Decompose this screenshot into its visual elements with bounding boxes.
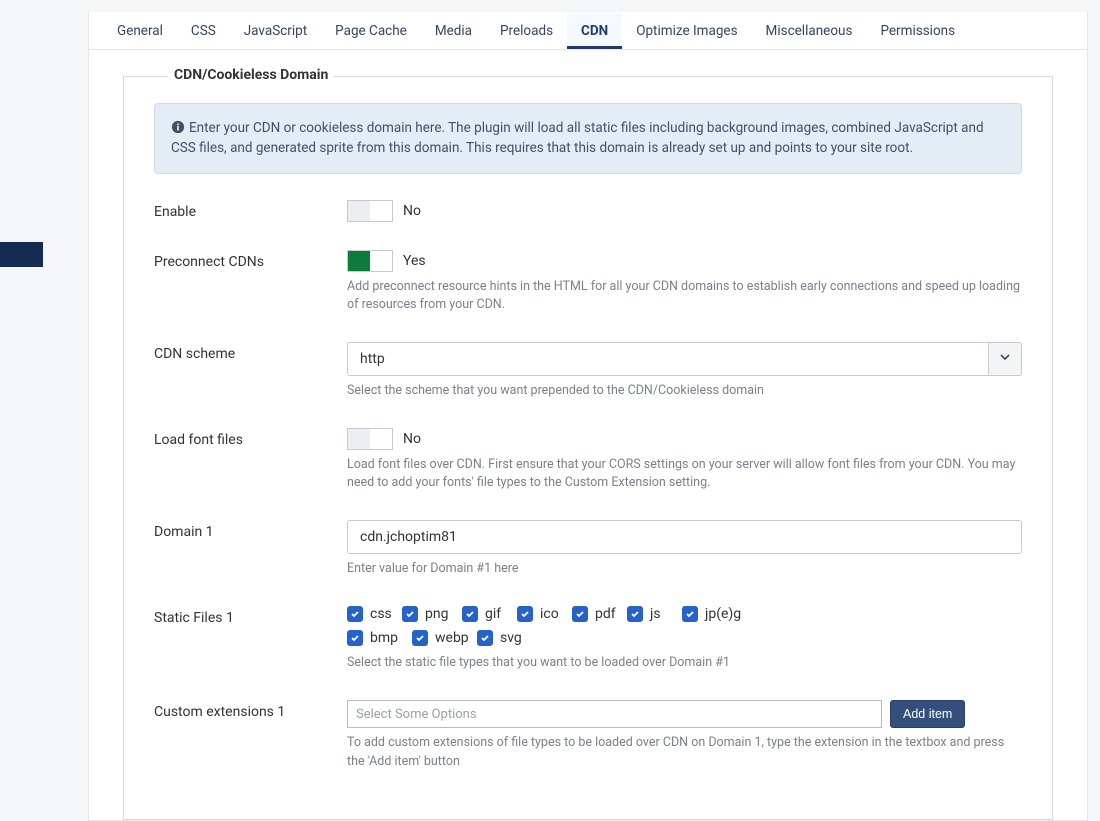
info-text: Enter your CDN or cookieless domain here… [171,120,984,156]
toggle-enable[interactable] [347,200,393,222]
label-enable: Enable [154,200,347,220]
checkbox-gif[interactable] [462,606,478,622]
toggle-preconnect[interactable] [347,250,393,272]
static-file-png: png [402,606,462,622]
tab-media[interactable]: Media [421,13,486,49]
control-custom1: Add item To add custom extensions of fil… [347,700,1022,770]
checkbox-label: ico [540,606,559,622]
help-static1: Select the static file types that you wa… [347,654,1022,672]
static-file-pdf: pdf [572,606,627,622]
tab-general[interactable]: General [103,13,177,49]
checkbox-js[interactable] [627,606,643,622]
checkbox-label: webp [435,630,469,646]
label-fonts: Load font files [154,428,347,448]
toggle-fonts-text: No [403,431,421,447]
checkbox-bmp[interactable] [347,630,363,646]
label-scheme: CDN scheme [154,342,347,362]
checkbox-pdf[interactable] [572,606,588,622]
checkbox-label: png [425,606,448,622]
control-domain1: Enter value for Domain #1 here [347,520,1022,578]
custom-ext-input[interactable] [347,700,882,728]
tab-page-cache[interactable]: Page Cache [321,13,421,49]
checkbox-css[interactable] [347,606,363,622]
static-file-jpeg: jp(e)g [682,606,750,622]
domain1-input[interactable] [347,520,1022,554]
tab-cdn[interactable]: CDN [567,13,622,49]
static-file-gif: gif [462,606,517,622]
scheme-dropdown-button[interactable] [988,342,1022,376]
help-fonts: Load font files over CDN. First ensure t… [347,456,1022,492]
info-box: Enter your CDN or cookieless domain here… [154,103,1022,174]
label-custom1: Custom extensions 1 [154,700,347,720]
content: CDN/Cookieless Domain Enter your CDN or … [89,50,1087,820]
fieldset-legend: CDN/Cookieless Domain [168,67,334,83]
toggle-preconnect-text: Yes [403,253,426,269]
checkbox-label: css [370,606,392,622]
checkbox-png[interactable] [402,606,418,622]
checkbox-svg[interactable] [477,630,493,646]
tab-optimize-images[interactable]: Optimize Images [622,13,751,49]
control-preconnect: Yes Add preconnect resource hints in the… [347,250,1022,314]
scheme-select[interactable]: http [347,342,988,376]
control-enable: No [347,200,1022,222]
control-scheme: http Select the scheme that you want pre… [347,342,1022,400]
checkbox-jpeg[interactable] [682,606,698,622]
checkbox-label: svg [500,630,522,646]
scheme-value: http [360,351,385,367]
toggle-enable-text: No [403,203,421,219]
toggle-fonts[interactable] [347,428,393,450]
tab-permissions[interactable]: Permissions [866,13,969,49]
checkbox-label: pdf [595,606,616,622]
info-icon [171,120,185,134]
label-preconnect: Preconnect CDNs [154,250,347,270]
row-scheme: CDN scheme http Select the scheme that y… [154,342,1022,400]
add-item-button[interactable]: Add item [890,700,965,728]
help-scheme: Select the scheme that you want prepende… [347,382,1022,400]
row-custom1: Custom extensions 1 Add item To add cust… [154,700,1022,770]
help-preconnect: Add preconnect resource hints in the HTM… [347,278,1022,314]
tab-preloads[interactable]: Preloads [486,13,567,49]
tabs-bar: GeneralCSSJavaScriptPage CacheMediaPrelo… [89,12,1087,50]
row-preconnect: Preconnect CDNs Yes Add preconnect resou… [154,250,1022,314]
static-file-webp: webp [412,630,477,646]
cdn-fieldset: CDN/Cookieless Domain Enter your CDN or … [123,76,1053,820]
static-files-grid: css png gif ico pdf js jp(e)g bmp webp svg [347,606,767,646]
row-enable: Enable No [154,200,1022,222]
checkbox-label: js [650,606,661,622]
control-static1: css png gif ico pdf js jp(e)g bmp webp svg Select… [347,606,1022,672]
help-custom1: To add custom extensions of file types t… [347,734,1022,770]
row-domain1: Domain 1 Enter value for Domain #1 here [154,520,1022,578]
static-file-svg: svg [477,630,532,646]
checkbox-label: jp(e)g [705,606,741,622]
chevron-down-icon [999,351,1011,367]
checkbox-label: bmp [370,630,398,646]
checkbox-ico[interactable] [517,606,533,622]
static-file-js: js [627,606,682,622]
tab-javascript[interactable]: JavaScript [230,13,321,49]
label-static1: Static Files 1 [154,606,347,626]
static-file-css: css [347,606,402,622]
static-file-bmp: bmp [347,630,412,646]
checkbox-webp[interactable] [412,630,428,646]
label-domain1: Domain 1 [154,520,347,540]
row-fonts: Load font files No Load font files over … [154,428,1022,492]
sidebar-active-stub [0,242,43,267]
static-file-ico: ico [517,606,572,622]
main-panel: GeneralCSSJavaScriptPage CacheMediaPrelo… [88,12,1088,821]
checkbox-label: gif [485,606,501,622]
control-fonts: No Load font files over CDN. First ensur… [347,428,1022,492]
tab-miscellaneous[interactable]: Miscellaneous [752,13,867,49]
tab-css[interactable]: CSS [177,13,230,49]
help-domain1: Enter value for Domain #1 here [347,560,1022,578]
row-static1: Static Files 1 css png gif ico pdf js jp(e)g bm… [154,606,1022,672]
